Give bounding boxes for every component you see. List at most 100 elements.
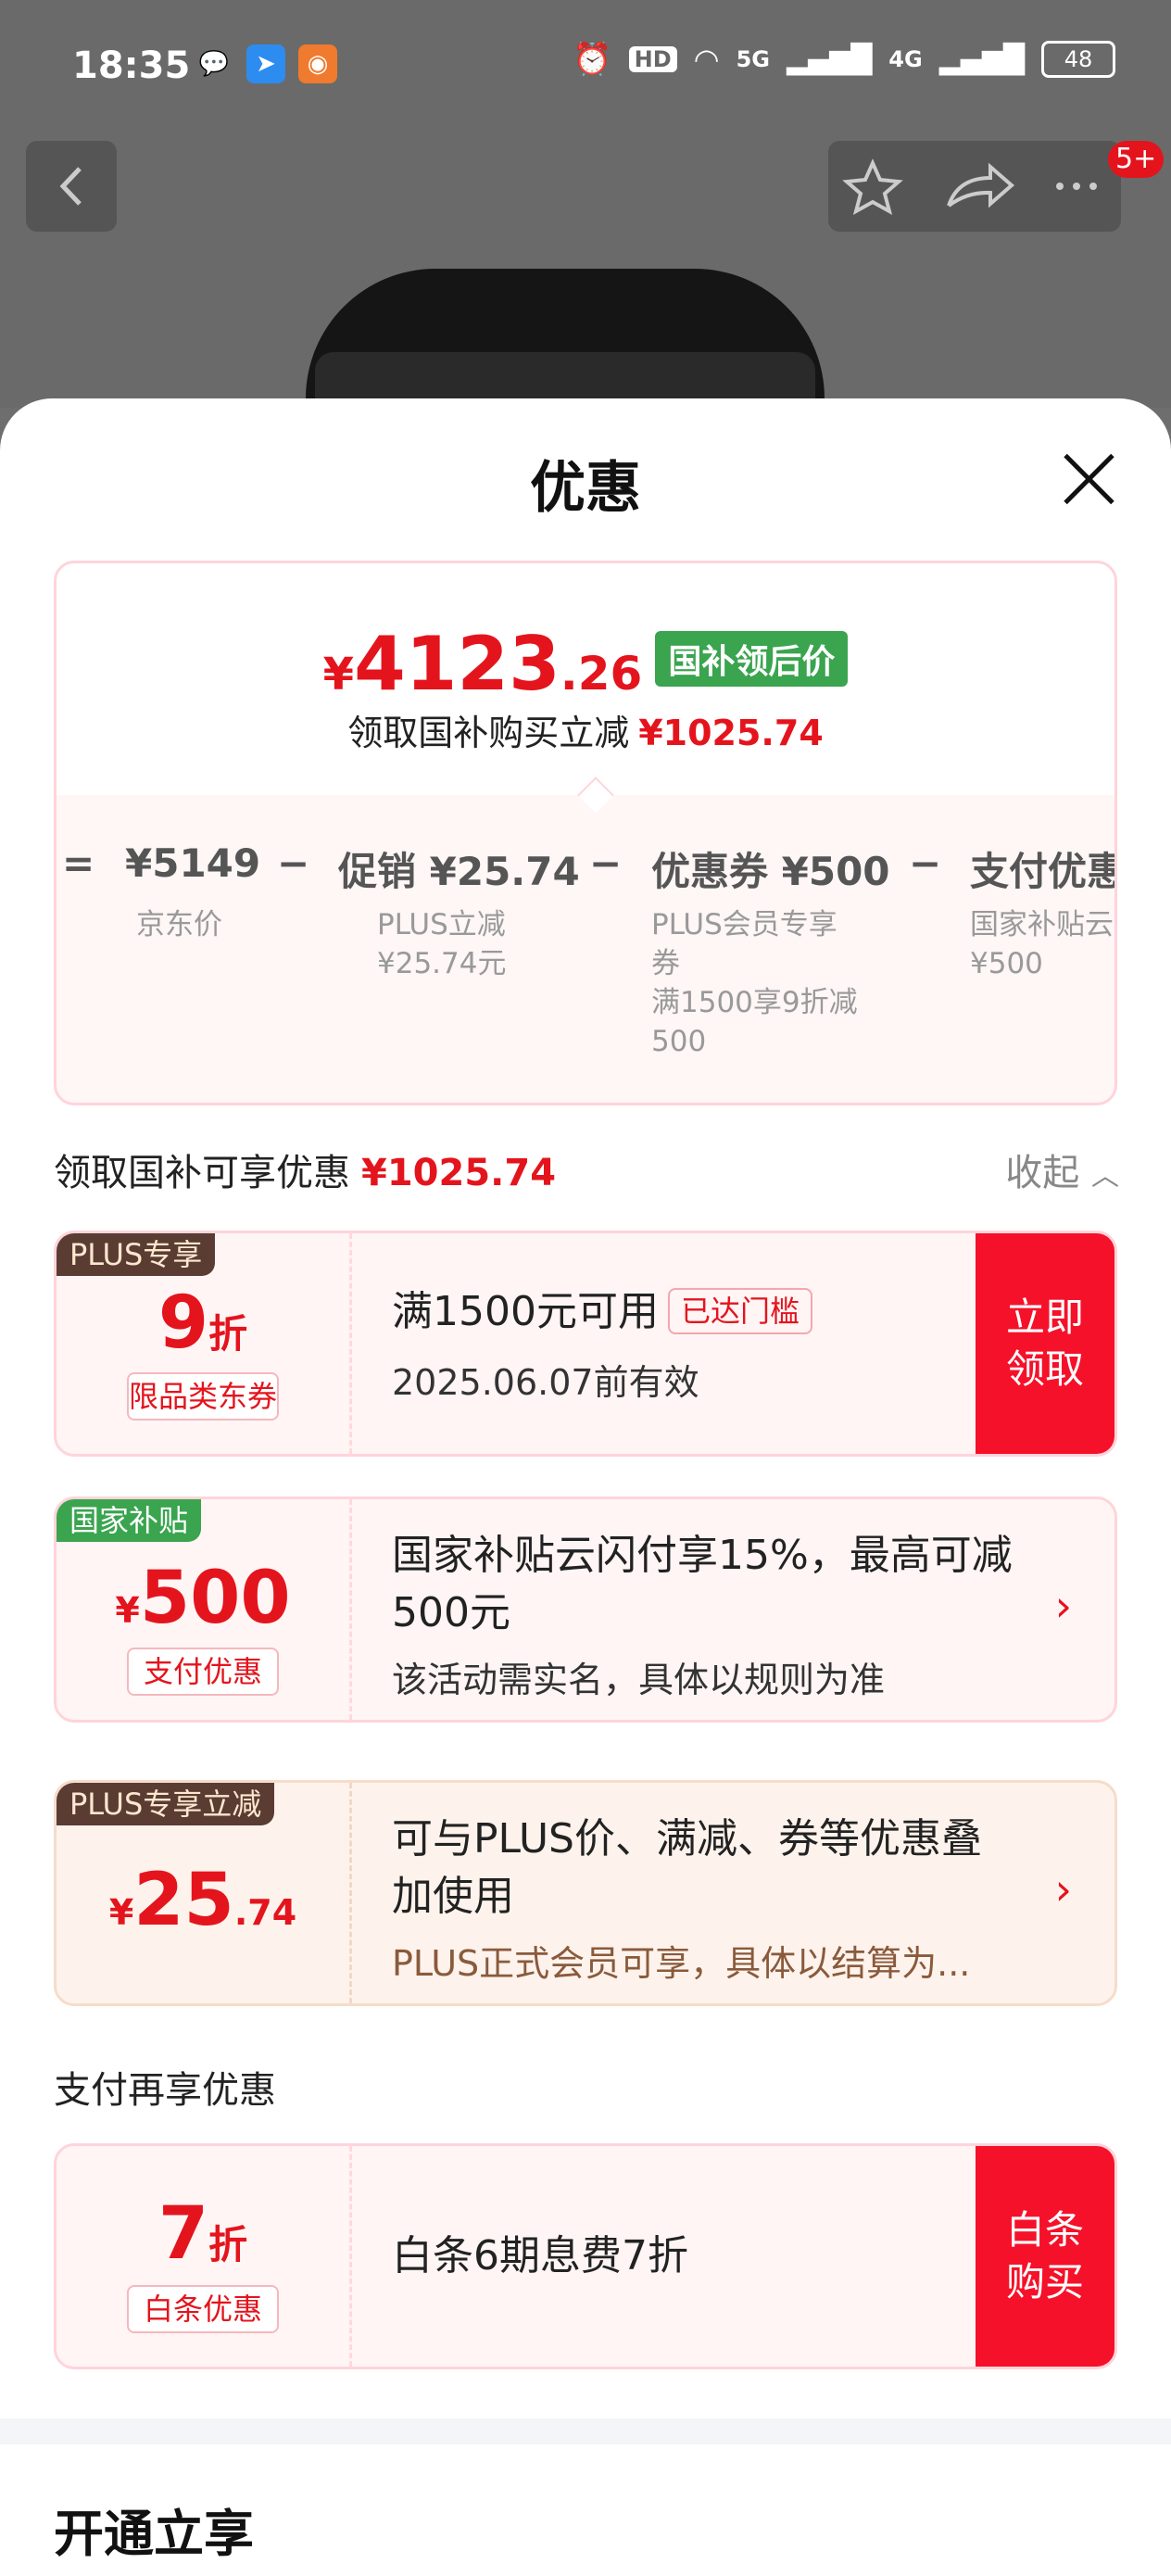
- alarm-icon: ⏰: [573, 41, 612, 78]
- coupon-value: ¥500: [57, 1557, 349, 1640]
- breakdown-sub-line: ¥500: [970, 947, 1043, 980]
- collapse-label: 收起: [1005, 1152, 1080, 1194]
- summary-subtitle-text: 领取国补购买立减: [347, 713, 630, 753]
- coupon-desc: 该活动需实名，具体以规则为准: [392, 1660, 886, 1700]
- price-summary-card: ¥4123.26 国补领后价 领取国补购买立减 ¥1025.74 = ¥5149 京…: [54, 561, 1117, 1105]
- price-tag: 国补领后价: [655, 631, 849, 687]
- chevron-up-icon: ︿: [1091, 1160, 1119, 1193]
- breakdown-sub-jd-price: 京东价: [136, 905, 222, 944]
- breakdown-op-equals: =: [62, 840, 95, 886]
- wechat-icon: 💬: [198, 50, 230, 78]
- breakdown-main-promo: 促销 ¥25.74: [338, 849, 580, 894]
- breakdown-sub-line: 券: [651, 947, 680, 980]
- breakdown-sub-line: 满1500享9折减: [651, 986, 858, 1019]
- coupon-badge: PLUS专享: [57, 1233, 216, 1276]
- coupon-desc: 2025.06.07前有效: [392, 1362, 699, 1403]
- coupon-divider: [349, 1499, 352, 1720]
- baitiao-buy-label: 白条购买: [1006, 2207, 1085, 2305]
- coupon-value-number: 9: [157, 1282, 209, 1365]
- coupon-tag: 支付优惠: [127, 1648, 279, 1696]
- sheet-title: 优惠: [530, 456, 641, 521]
- star-icon: [842, 158, 903, 216]
- top-action-group: [828, 141, 1121, 232]
- signal-bars-icon-2: ▂▄▆█: [938, 43, 1025, 76]
- offer-tag: 白条优惠: [127, 2285, 279, 2333]
- top-action-icons: [842, 158, 1097, 216]
- breakdown-sub-coupon: PLUS会员专享 券 满1500享9折减 500: [651, 905, 858, 1061]
- close-icon[interactable]: [1061, 451, 1116, 507]
- coupon-divider: [349, 1233, 352, 1454]
- summary-subtitle: 领取国补购买立减 ¥1025.74: [57, 704, 1114, 755]
- breakdown-sub-payment: 国家补贴云 ¥500: [970, 905, 1114, 983]
- coupon-card-plus-discount: PLUS专享 9折 限品类东券 满1500元可用 已达门槛 2025.06.07前…: [54, 1231, 1117, 1457]
- coupon-badge: PLUS专享立减: [57, 1783, 275, 1825]
- hd-icon: HD: [628, 46, 677, 72]
- summary-subtitle-amount: ¥1025.74: [638, 713, 824, 753]
- price-breakdown[interactable]: = ¥5149 京东价 − 促销 ¥25.74 PLUS立减 ¥25.74元 −…: [57, 827, 1117, 1087]
- breakdown-sub-line: PLUS会员专享: [651, 908, 837, 941]
- coupon-desc: PLUS正式会员可享，具体以结算为...: [392, 1943, 971, 1984]
- coupon-value-decimal: .74: [233, 1892, 297, 1933]
- chevron-right-icon: ›: [1054, 1864, 1072, 1914]
- battery-icon: 48: [1041, 41, 1115, 78]
- open-membership-heading: 开通立享: [54, 2505, 254, 2563]
- status-time: 18:35: [72, 44, 191, 87]
- more-icon: [1056, 183, 1064, 190]
- chevron-left-icon: [59, 167, 82, 206]
- coupon-title: 可与PLUS价、满减、券等优惠叠加使用: [392, 1815, 982, 1920]
- coupon-title: 国家补贴云闪付享15%，最高可减500元: [392, 1532, 1013, 1636]
- coupon-tag: 限品类东券: [127, 1372, 279, 1421]
- breakdown-main-jd-price: ¥5149: [125, 840, 261, 886]
- coupon-value: ¥25.74: [57, 1859, 349, 1942]
- final-price: ¥4123.26 国补领后价: [57, 621, 1114, 707]
- breakdown-op-minus-1: −: [277, 840, 310, 886]
- coupon-value-number: 25: [133, 1859, 234, 1942]
- back-button[interactable]: [26, 141, 117, 232]
- status-bar: 18:35 💬 ➤ ◉ ⏰ HD ◠ 5G ▂▄▆█ 4G ▂▄▆█ 48: [0, 0, 1171, 130]
- breakdown-sub-line: 500: [651, 1025, 707, 1058]
- breakdown-op-minus-2: −: [589, 840, 623, 886]
- coupon-value-currency: ¥: [115, 1590, 140, 1631]
- breakdown-sub-line: ¥25.74元: [377, 947, 507, 980]
- signal-4g-icon: 4G: [888, 46, 923, 72]
- breakdown-main-payment: 支付优惠: [970, 849, 1117, 894]
- claim-coupon-button[interactable]: 立即领取: [976, 1233, 1114, 1454]
- price-integer: 4123: [354, 621, 560, 707]
- signal-bars-icon: ▂▄▆█: [787, 43, 873, 76]
- notification-badge: 5+: [1108, 141, 1165, 178]
- threshold-reached-pill: 已达门槛: [667, 1288, 812, 1334]
- offer-value-number: 7: [157, 2192, 209, 2276]
- breakdown-op-minus-3: −: [909, 840, 942, 886]
- coupon-badge: 国家补贴: [57, 1499, 202, 1542]
- coupon-value: 9折: [57, 1282, 349, 1365]
- section-label-text: 领取国补可享优惠: [54, 1152, 350, 1194]
- section-national-subsidy-label: 领取国补可享优惠 ¥1025.74: [54, 1143, 556, 1196]
- offer-value: 7折: [57, 2192, 349, 2276]
- coupon-value-currency: ¥: [108, 1892, 134, 1933]
- price-decimal: .26: [560, 647, 643, 701]
- coupon-value-unit: 折: [208, 1311, 248, 1357]
- breakdown-sub-line: 国家补贴云: [970, 908, 1114, 941]
- offer-value-unit: 折: [208, 2222, 248, 2267]
- app-notification-icon-2: ◉: [298, 44, 337, 83]
- coupon-card-plus-reduction[interactable]: PLUS专享立减 ¥25.74 可与PLUS价、满减、券等优惠叠加使用 PLUS…: [54, 1780, 1117, 2006]
- coupon-card-national-subsidy[interactable]: 国家补贴 ¥500 支付优惠 国家补贴云闪付享15%，最高可减500元 该活动需…: [54, 1496, 1117, 1723]
- section-label-amount: ¥1025.74: [361, 1152, 557, 1194]
- summary-notch: [577, 777, 614, 814]
- chevron-right-icon: ›: [1054, 1581, 1072, 1631]
- payment-offer-card: 7折 白条优惠 白条6期息费7折 白条购买: [54, 2143, 1117, 2369]
- section-separator: [0, 2418, 1171, 2444]
- coupon-title: 满1500元可用 已达门槛: [392, 1283, 812, 1341]
- app-notification-icon: ➤: [246, 44, 285, 83]
- collapse-button[interactable]: 收起 ︿: [1005, 1143, 1119, 1196]
- breakdown-sub-promo: PLUS立减 ¥25.74元: [377, 905, 506, 983]
- share-icon: [947, 162, 1015, 208]
- section-payment-offers-label: 支付再享优惠: [54, 2069, 276, 2112]
- breakdown-main-coupon: 优惠券 ¥500: [651, 849, 890, 894]
- claim-coupon-label: 立即领取: [1006, 1294, 1085, 1392]
- coupon-divider: [349, 1783, 352, 2003]
- baitiao-buy-button[interactable]: 白条购买: [976, 2146, 1114, 2367]
- offer-divider: [349, 2146, 352, 2367]
- offer-title: 白条6期息费7折: [392, 2232, 688, 2279]
- coupon-title-text: 满1500元可用: [392, 1288, 659, 1335]
